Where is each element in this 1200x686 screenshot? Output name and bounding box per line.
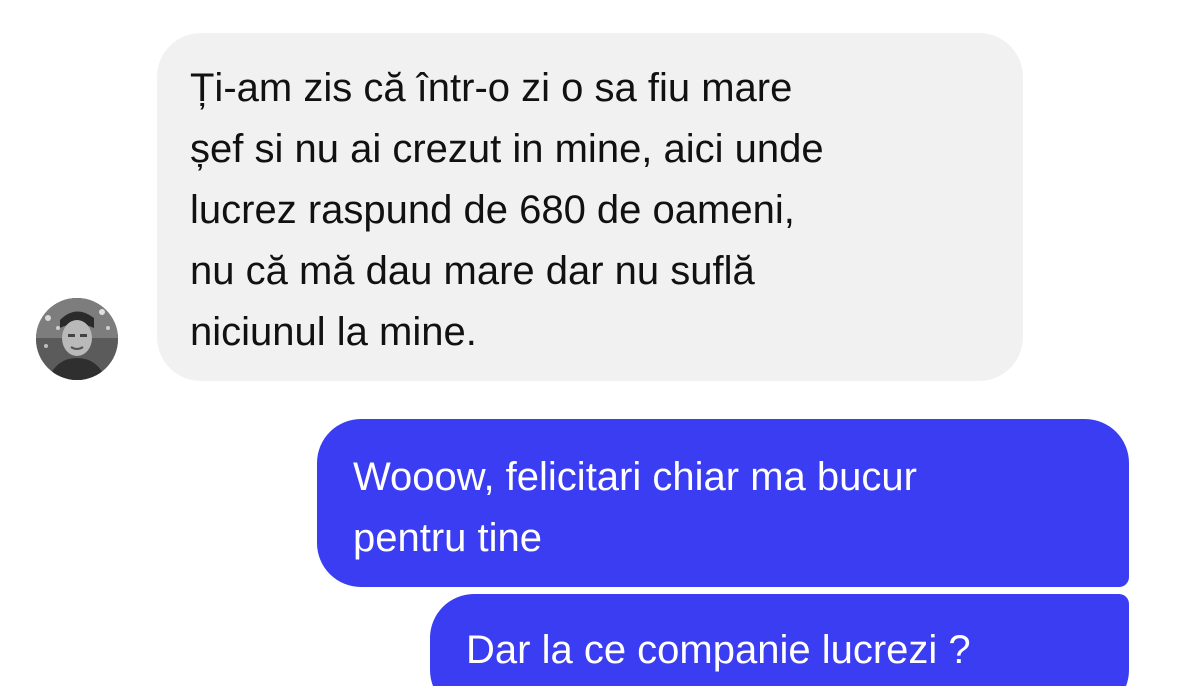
message-text-line: nu că mă dau mare dar nu suflă [190,249,755,293]
outgoing-message-bubble[interactable]: Wooow, felicitari chiar ma bucur pentru … [317,419,1129,587]
message-text-line: Wooow, felicitari chiar ma bucur [353,455,917,499]
message-text-line: Dar la ce companie lucrezi ? [466,628,971,672]
incoming-message-bubble[interactable]: Ți-am zis că într-o zi o sa fiu mare șef… [157,33,1023,381]
contact-avatar[interactable] [36,298,118,380]
chat-thread: Ți-am zis că într-o zi o sa fiu mare șef… [0,0,1200,686]
message-text-line: pentru tine [353,516,543,560]
outgoing-message-bubble[interactable]: Dar la ce companie lucrezi ? [430,594,1129,686]
message-text-line: șef si nu ai crezut in mine, aici unde [190,127,824,171]
avatar-photo [36,298,118,380]
message-text-line: Ți-am zis că într-o zi o sa fiu mare [190,66,793,110]
message-text-line: niciunul la mine. [190,310,477,354]
message-text-line: lucrez raspund de 680 de oameni, [190,188,795,232]
